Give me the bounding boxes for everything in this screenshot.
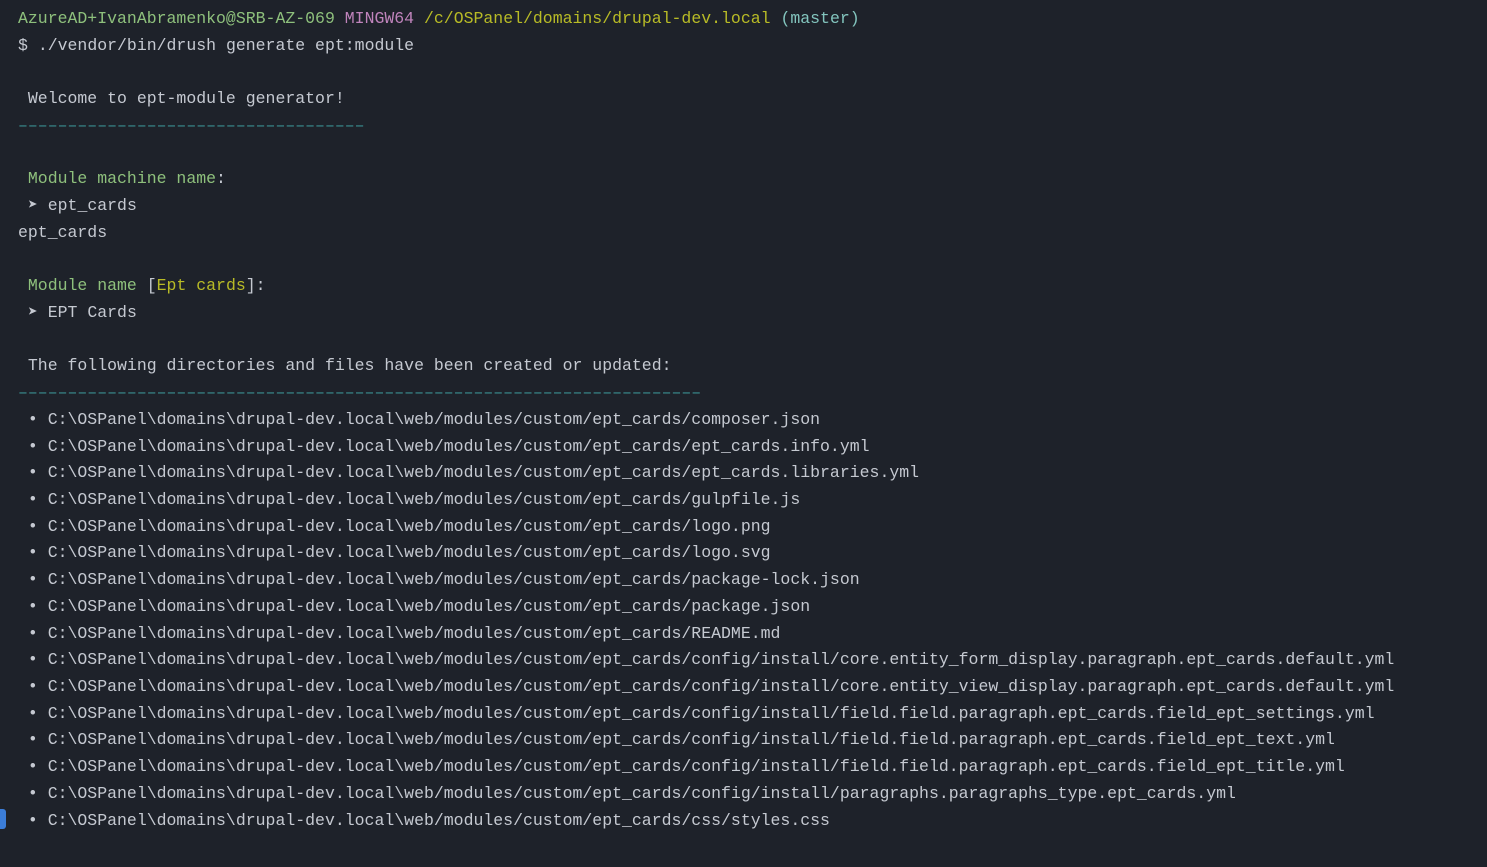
file-list-item: • C:\OSPanel\domains\drupal-dev.local\we… xyxy=(18,460,1469,487)
blank-line xyxy=(18,246,1469,273)
file-list-item: • C:\OSPanel\domains\drupal-dev.local\we… xyxy=(18,647,1469,674)
prompt-line-1: AzureAD+IvanAbramenko@SRB-AZ-069 MINGW64… xyxy=(18,6,1469,33)
shell-name: MINGW64 xyxy=(345,9,414,28)
command-text: ./vendor/bin/drush generate ept:module xyxy=(38,36,414,55)
blank-line xyxy=(18,140,1469,167)
file-list-item: • C:\OSPanel\domains\drupal-dev.local\we… xyxy=(18,487,1469,514)
arrow-icon: ➤ xyxy=(18,303,48,322)
created-dashes: ––––––––––––––––––––––––––––––––––––––––… xyxy=(18,380,1469,407)
module-name-prompt: Module name [Ept cards]: xyxy=(18,273,1469,300)
module-name-input: EPT Cards xyxy=(48,303,137,322)
welcome-text: Welcome to ept-module generator! xyxy=(18,86,1469,113)
cwd-path: /c/OSPanel/domains/drupal-dev.local xyxy=(424,9,771,28)
terminal-output[interactable]: AzureAD+IvanAbramenko@SRB-AZ-069 MINGW64… xyxy=(18,6,1469,834)
tab-indicator xyxy=(0,809,6,829)
user-host: AzureAD+IvanAbramenko@SRB-AZ-069 xyxy=(18,9,335,28)
prompt-symbol: $ xyxy=(18,36,28,55)
module-name-default: Ept cards xyxy=(157,276,246,295)
file-list-item: • C:\OSPanel\domains\drupal-dev.local\we… xyxy=(18,434,1469,461)
file-list-item: • C:\OSPanel\domains\drupal-dev.local\we… xyxy=(18,567,1469,594)
module-name-input-line: ➤ EPT Cards xyxy=(18,300,1469,327)
machine-name-label: Module machine name xyxy=(18,169,216,188)
machine-name-prompt: Module machine name: xyxy=(18,166,1469,193)
module-name-label: Module name xyxy=(18,276,137,295)
git-branch: (master) xyxy=(780,9,859,28)
file-list-item: • C:\OSPanel\domains\drupal-dev.local\we… xyxy=(18,621,1469,648)
file-list-item: • C:\OSPanel\domains\drupal-dev.local\we… xyxy=(18,727,1469,754)
file-list-item: • C:\OSPanel\domains\drupal-dev.local\we… xyxy=(18,808,1469,835)
prompt-line-2: $ ./vendor/bin/drush generate ept:module xyxy=(18,33,1469,60)
machine-name-input: ept_cards xyxy=(48,196,137,215)
file-list: • C:\OSPanel\domains\drupal-dev.local\we… xyxy=(18,407,1469,835)
created-text: The following directories and files have… xyxy=(18,353,1469,380)
blank-line xyxy=(18,327,1469,354)
blank-line xyxy=(18,59,1469,86)
file-list-item: • C:\OSPanel\domains\drupal-dev.local\we… xyxy=(18,540,1469,567)
file-list-item: • C:\OSPanel\domains\drupal-dev.local\we… xyxy=(18,514,1469,541)
file-list-item: • C:\OSPanel\domains\drupal-dev.local\we… xyxy=(18,674,1469,701)
file-list-item: • C:\OSPanel\domains\drupal-dev.local\we… xyxy=(18,781,1469,808)
arrow-icon: ➤ xyxy=(18,196,48,215)
file-list-item: • C:\OSPanel\domains\drupal-dev.local\we… xyxy=(18,594,1469,621)
file-list-item: • C:\OSPanel\domains\drupal-dev.local\we… xyxy=(18,407,1469,434)
machine-name-echo: ept_cards xyxy=(18,220,1469,247)
machine-name-input-line: ➤ ept_cards xyxy=(18,193,1469,220)
file-list-item: • C:\OSPanel\domains\drupal-dev.local\we… xyxy=(18,701,1469,728)
welcome-dashes: ––––––––––––––––––––––––––––––––––– xyxy=(18,113,1469,140)
file-list-item: • C:\OSPanel\domains\drupal-dev.local\we… xyxy=(18,754,1469,781)
